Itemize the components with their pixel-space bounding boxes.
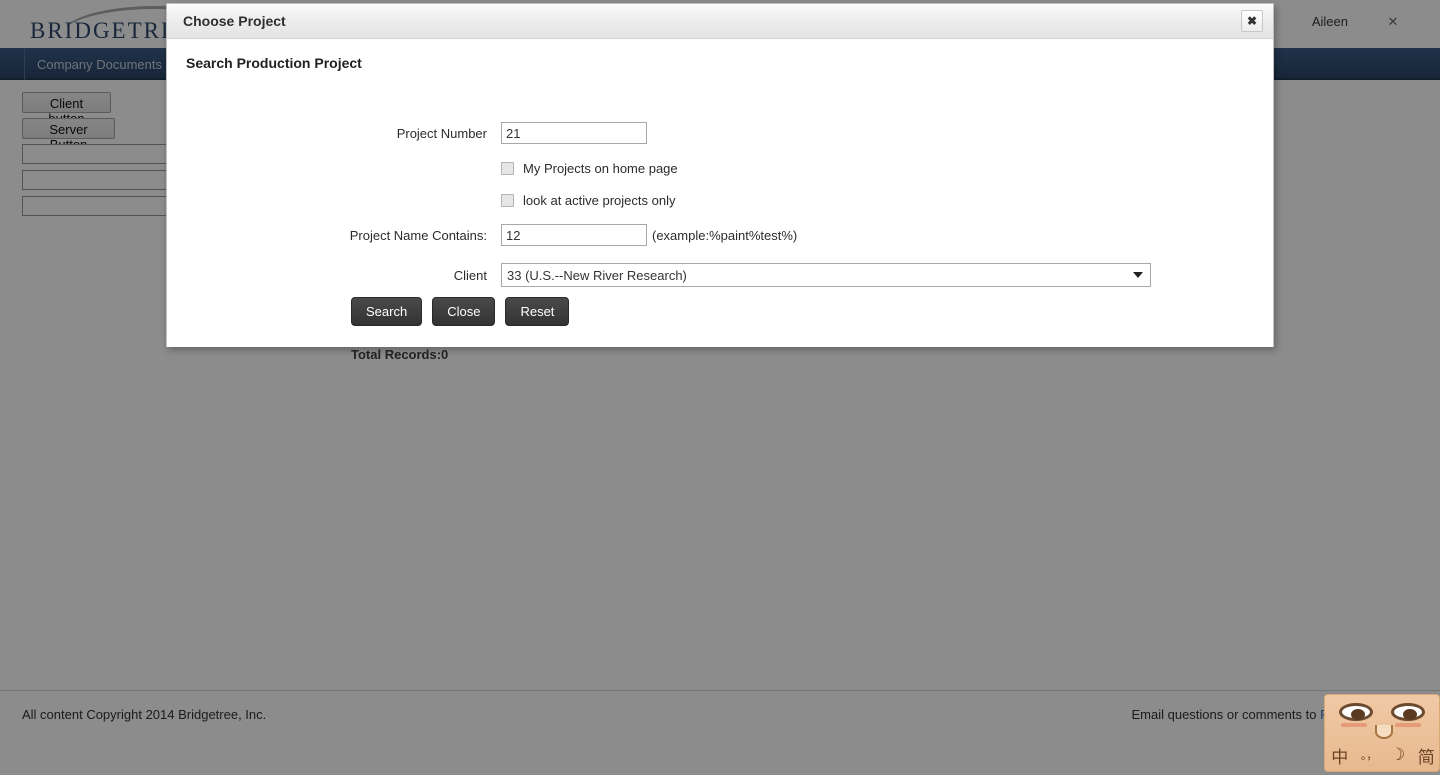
- my-projects-checkbox-label: My Projects on home page: [523, 161, 678, 176]
- active-projects-checkbox[interactable]: [501, 194, 514, 207]
- chevron-down-icon: [1133, 272, 1143, 278]
- client-row: Client 33 (U.S.--New River Research): [179, 263, 1151, 287]
- ime-cheek-left-icon: [1341, 723, 1367, 727]
- search-button[interactable]: Search: [351, 297, 423, 326]
- ime-language-key[interactable]: 中: [1331, 743, 1348, 768]
- dialog-button-row: Search Close Reset: [351, 297, 570, 326]
- project-name-input[interactable]: [501, 224, 647, 246]
- ime-mouth-icon: [1375, 725, 1393, 739]
- ime-face-icon: [1325, 697, 1439, 739]
- project-name-hint: (example:%paint%test%): [652, 227, 798, 243]
- active-projects-checkbox-label: look at active projects only: [523, 193, 676, 208]
- dialog-close-icon[interactable]: ✖: [1241, 10, 1263, 32]
- client-select-value: 33 (U.S.--New River Research): [507, 267, 687, 283]
- my-projects-checkbox[interactable]: [501, 162, 514, 175]
- ime-eye-left-icon: [1339, 703, 1373, 721]
- ime-simplified-key[interactable]: 简: [1418, 743, 1435, 768]
- ime-eye-right-icon: [1391, 703, 1425, 721]
- client-label: Client: [453, 267, 487, 283]
- active-projects-checkbox-row: look at active projects only: [179, 193, 675, 208]
- project-name-label: Project Name Contains:: [349, 227, 487, 243]
- ime-pupil-icon: [1403, 709, 1417, 720]
- panel-heading: Search Production Project: [186, 55, 362, 71]
- reset-button[interactable]: Reset: [505, 297, 570, 326]
- ime-key-row: 中 。， ☽ 简: [1325, 739, 1439, 771]
- dialog-titlebar: Choose Project ✖: [167, 4, 1273, 39]
- dialog-title: Choose Project: [183, 13, 286, 29]
- ime-moon-key[interactable]: ☽: [1390, 745, 1405, 765]
- ime-toolbar[interactable]: 中 。， ☽ 简: [1324, 694, 1440, 772]
- project-number-input[interactable]: [501, 122, 647, 144]
- ime-cheek-right-icon: [1395, 723, 1421, 727]
- project-name-row: Project Name Contains: (example:%paint%t…: [179, 224, 797, 246]
- my-projects-checkbox-row: My Projects on home page: [179, 161, 678, 176]
- close-button[interactable]: Close: [432, 297, 496, 326]
- client-select[interactable]: 33 (U.S.--New River Research): [501, 263, 1151, 287]
- project-number-label: Project Number: [396, 125, 487, 141]
- ime-punctuation-key[interactable]: 。，: [1361, 747, 1378, 763]
- project-number-row: Project Number: [179, 122, 647, 144]
- total-records-label: Total Records:0: [351, 347, 449, 362]
- choose-project-dialog: Choose Project ✖ Search Production Proje…: [166, 3, 1274, 362]
- dialog-body: Search Production Project Project Number…: [167, 39, 1273, 362]
- ime-pupil-icon: [1351, 709, 1365, 720]
